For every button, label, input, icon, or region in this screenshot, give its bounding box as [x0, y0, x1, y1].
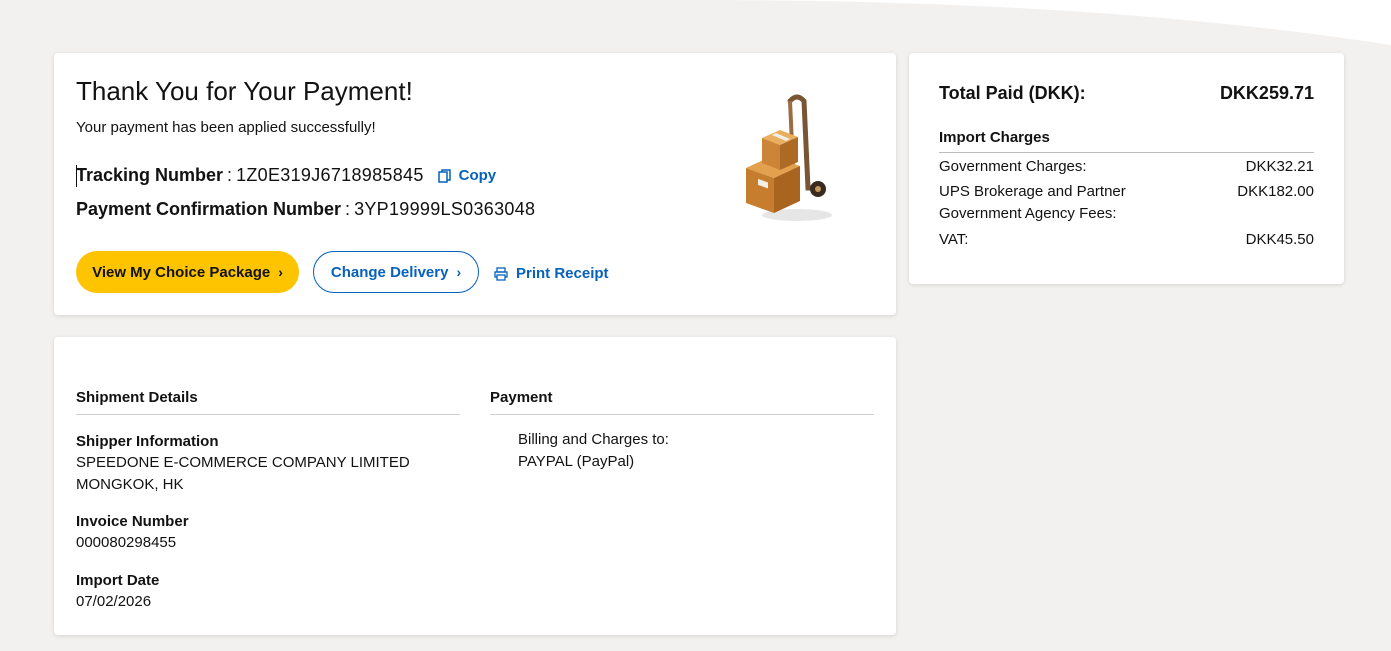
charge-value: DKK32.21	[1245, 158, 1314, 175]
total-paid-label: Total Paid (DKK):	[939, 83, 1086, 103]
tracking-number-label: Tracking Number	[76, 165, 224, 185]
import-date-label: Import Date	[76, 572, 160, 589]
separator: :	[345, 199, 351, 219]
import-date-value: 07/02/2026	[76, 593, 152, 610]
change-delivery-button[interactable]: Change Delivery ›	[313, 251, 479, 293]
invoice-number-label: Invoice Number	[76, 513, 189, 530]
charge-row-brokerage: UPS Brokerage and Partner Government Age…	[939, 181, 1314, 225]
invoice-number-value: 000080298455	[76, 534, 177, 551]
billing-label: Billing and Charges to:	[518, 431, 669, 448]
payment-confirmation-value: 3YP19999LS0363048	[354, 199, 536, 219]
shipper-name: SPEEDONE E-COMMERCE COMPANY LIMITED	[76, 454, 410, 471]
charge-value: DKK45.50	[1245, 231, 1314, 248]
charge-label: UPS Brokerage and Partner Government Age…	[939, 183, 1126, 222]
copy-icon	[437, 168, 451, 183]
separator: :	[227, 165, 233, 185]
chevron-right-icon: ›	[278, 264, 283, 280]
payment-confirmation-row: Payment Confirmation Number : 3YP19999LS…	[76, 199, 535, 220]
print-receipt-label: Print Receipt	[516, 265, 609, 282]
charge-value: DKK182.00	[1237, 183, 1314, 200]
shipment-details-card: Shipment Details Payment Shipper Informa…	[54, 337, 896, 635]
total-paid-card: Total Paid (DKK): DKK259.71 Import Charg…	[909, 53, 1344, 284]
copy-label: Copy	[458, 167, 497, 184]
page-title: Thank You for Your Payment!	[76, 76, 413, 106]
payment-confirmation-label: Payment Confirmation Number	[76, 199, 342, 219]
print-receipt-link[interactable]: Print Receipt	[494, 265, 609, 282]
view-package-label: View My Choice Package	[92, 263, 271, 281]
charge-row-vat: VAT: DKK45.50	[939, 229, 1314, 251]
import-charges-heading: Import Charges	[939, 129, 1314, 153]
printer-icon	[494, 266, 508, 281]
charge-label: VAT:	[939, 231, 969, 248]
tracking-number-value: 1Z0E319J6718985845	[236, 165, 424, 185]
shipper-information-label: Shipper Information	[76, 433, 219, 450]
total-paid-row: Total Paid (DKK): DKK259.71	[939, 83, 1314, 104]
copy-button[interactable]: Copy	[437, 167, 497, 184]
shipment-details-heading: Shipment Details	[76, 389, 460, 415]
tracking-number-row: Tracking Number : 1Z0E319J6718985845 Cop…	[76, 165, 496, 186]
payment-confirmation-card: Thank You for Your Payment! Your payment…	[54, 53, 896, 315]
shipper-location: MONGKOK, HK	[76, 476, 184, 493]
charge-row-government: Government Charges: DKK32.21	[939, 156, 1314, 178]
payment-heading: Payment	[490, 389, 874, 415]
success-message: Your payment has been applied successful…	[76, 119, 376, 136]
package-dolly-illustration	[746, 94, 832, 221]
view-my-choice-package-button[interactable]: View My Choice Package ›	[76, 251, 299, 293]
billing-value: PAYPAL (PayPal)	[518, 453, 635, 470]
charge-label: Government Charges:	[939, 158, 1087, 175]
chevron-right-icon: ›	[456, 264, 462, 280]
total-paid-value: DKK259.71	[1219, 83, 1314, 103]
change-delivery-label: Change Delivery	[330, 263, 449, 281]
